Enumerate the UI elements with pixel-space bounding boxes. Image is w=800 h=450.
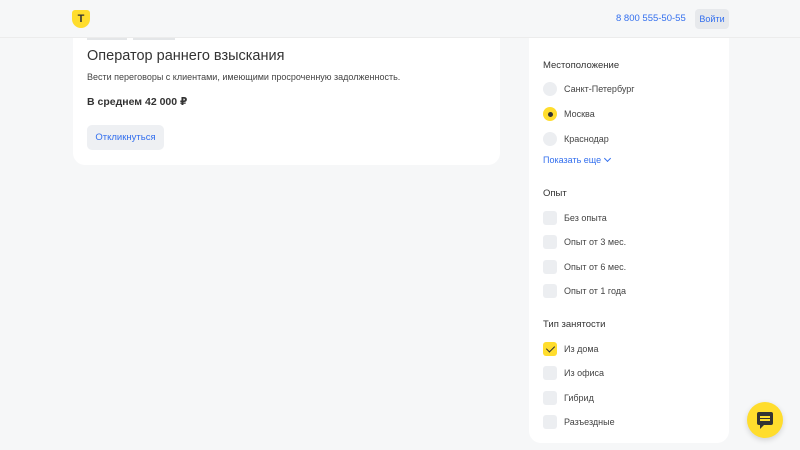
checkbox[interactable] <box>543 260 557 274</box>
experience-filter-title: Опыт <box>543 188 567 199</box>
tab-fragment <box>87 38 127 40</box>
employment-filter-title: Тип занятости <box>543 319 606 330</box>
phone-link[interactable]: 8 800 555-50-55 <box>616 13 686 24</box>
checkbox[interactable] <box>543 211 557 225</box>
experience-option-none[interactable]: Без опыта <box>543 210 607 226</box>
radio-button-selected[interactable] <box>543 107 557 121</box>
option-label: Опыт от 1 года <box>564 286 627 296</box>
checkbox[interactable] <box>543 391 557 405</box>
employment-option-office[interactable]: Из офиса <box>543 365 604 381</box>
option-label: Опыт от 3 мес. <box>564 237 627 247</box>
checkbox[interactable] <box>543 235 557 249</box>
show-more-link[interactable]: Показать еще <box>543 154 612 165</box>
logo-icon[interactable]: T <box>72 10 90 28</box>
option-label: Из дома <box>564 344 599 354</box>
filter-panel: Местоположение Санкт-Петербург Москва Кр… <box>529 38 729 443</box>
option-label: Москва <box>564 109 595 119</box>
checkbox[interactable] <box>543 415 557 429</box>
option-label: Опыт от 6 мес. <box>564 262 627 272</box>
respond-button[interactable]: Откликнуться <box>87 125 164 150</box>
show-more-label: Показать еще <box>543 155 602 165</box>
checkbox[interactable] <box>543 366 557 380</box>
location-option-moscow[interactable]: Москва <box>543 106 595 122</box>
location-option-krasnodar[interactable]: Краснодар <box>543 131 609 147</box>
option-label: Из офиса <box>564 368 605 378</box>
top-header: T 8 800 555-50-55 Войти <box>0 0 800 38</box>
vacancy-description: Вести переговоры с клиентами, имеющими п… <box>87 72 401 82</box>
checkbox[interactable] <box>543 284 557 298</box>
vacancy-card: Оператор раннего взыскания Вести перегов… <box>73 38 500 165</box>
logo-letter: T <box>77 12 85 25</box>
login-button[interactable]: Войти <box>695 9 729 29</box>
employment-option-travel[interactable]: Разъездные <box>543 414 615 430</box>
location-filter-title: Местоположение <box>543 60 620 71</box>
option-label: Разъездные <box>564 417 615 427</box>
option-label: Санкт-Петербург <box>564 84 635 94</box>
chat-bubble-icon <box>757 412 773 429</box>
employment-option-remote[interactable]: Из дома <box>543 341 599 357</box>
tab-fragment <box>133 38 175 40</box>
vacancy-title: Оператор раннего взыскания <box>87 48 285 64</box>
radio-button[interactable] <box>543 132 557 146</box>
checkbox-checked[interactable] <box>543 342 557 356</box>
option-label: Краснодар <box>564 134 609 144</box>
option-label: Без опыта <box>564 213 607 223</box>
option-label: Гибрид <box>564 393 594 403</box>
experience-option-1y[interactable]: Опыт от 1 года <box>543 283 626 299</box>
employment-option-hybrid[interactable]: Гибрид <box>543 390 594 406</box>
radio-button[interactable] <box>543 82 557 96</box>
vacancy-salary: В среднем 42 000 ₽ <box>87 96 188 108</box>
experience-option-6m[interactable]: Опыт от 6 мес. <box>543 259 626 275</box>
chat-button[interactable] <box>747 402 783 438</box>
experience-option-3m[interactable]: Опыт от 3 мес. <box>543 234 626 250</box>
chevron-down-icon <box>604 154 612 163</box>
location-option-spb[interactable]: Санкт-Петербург <box>543 81 635 97</box>
